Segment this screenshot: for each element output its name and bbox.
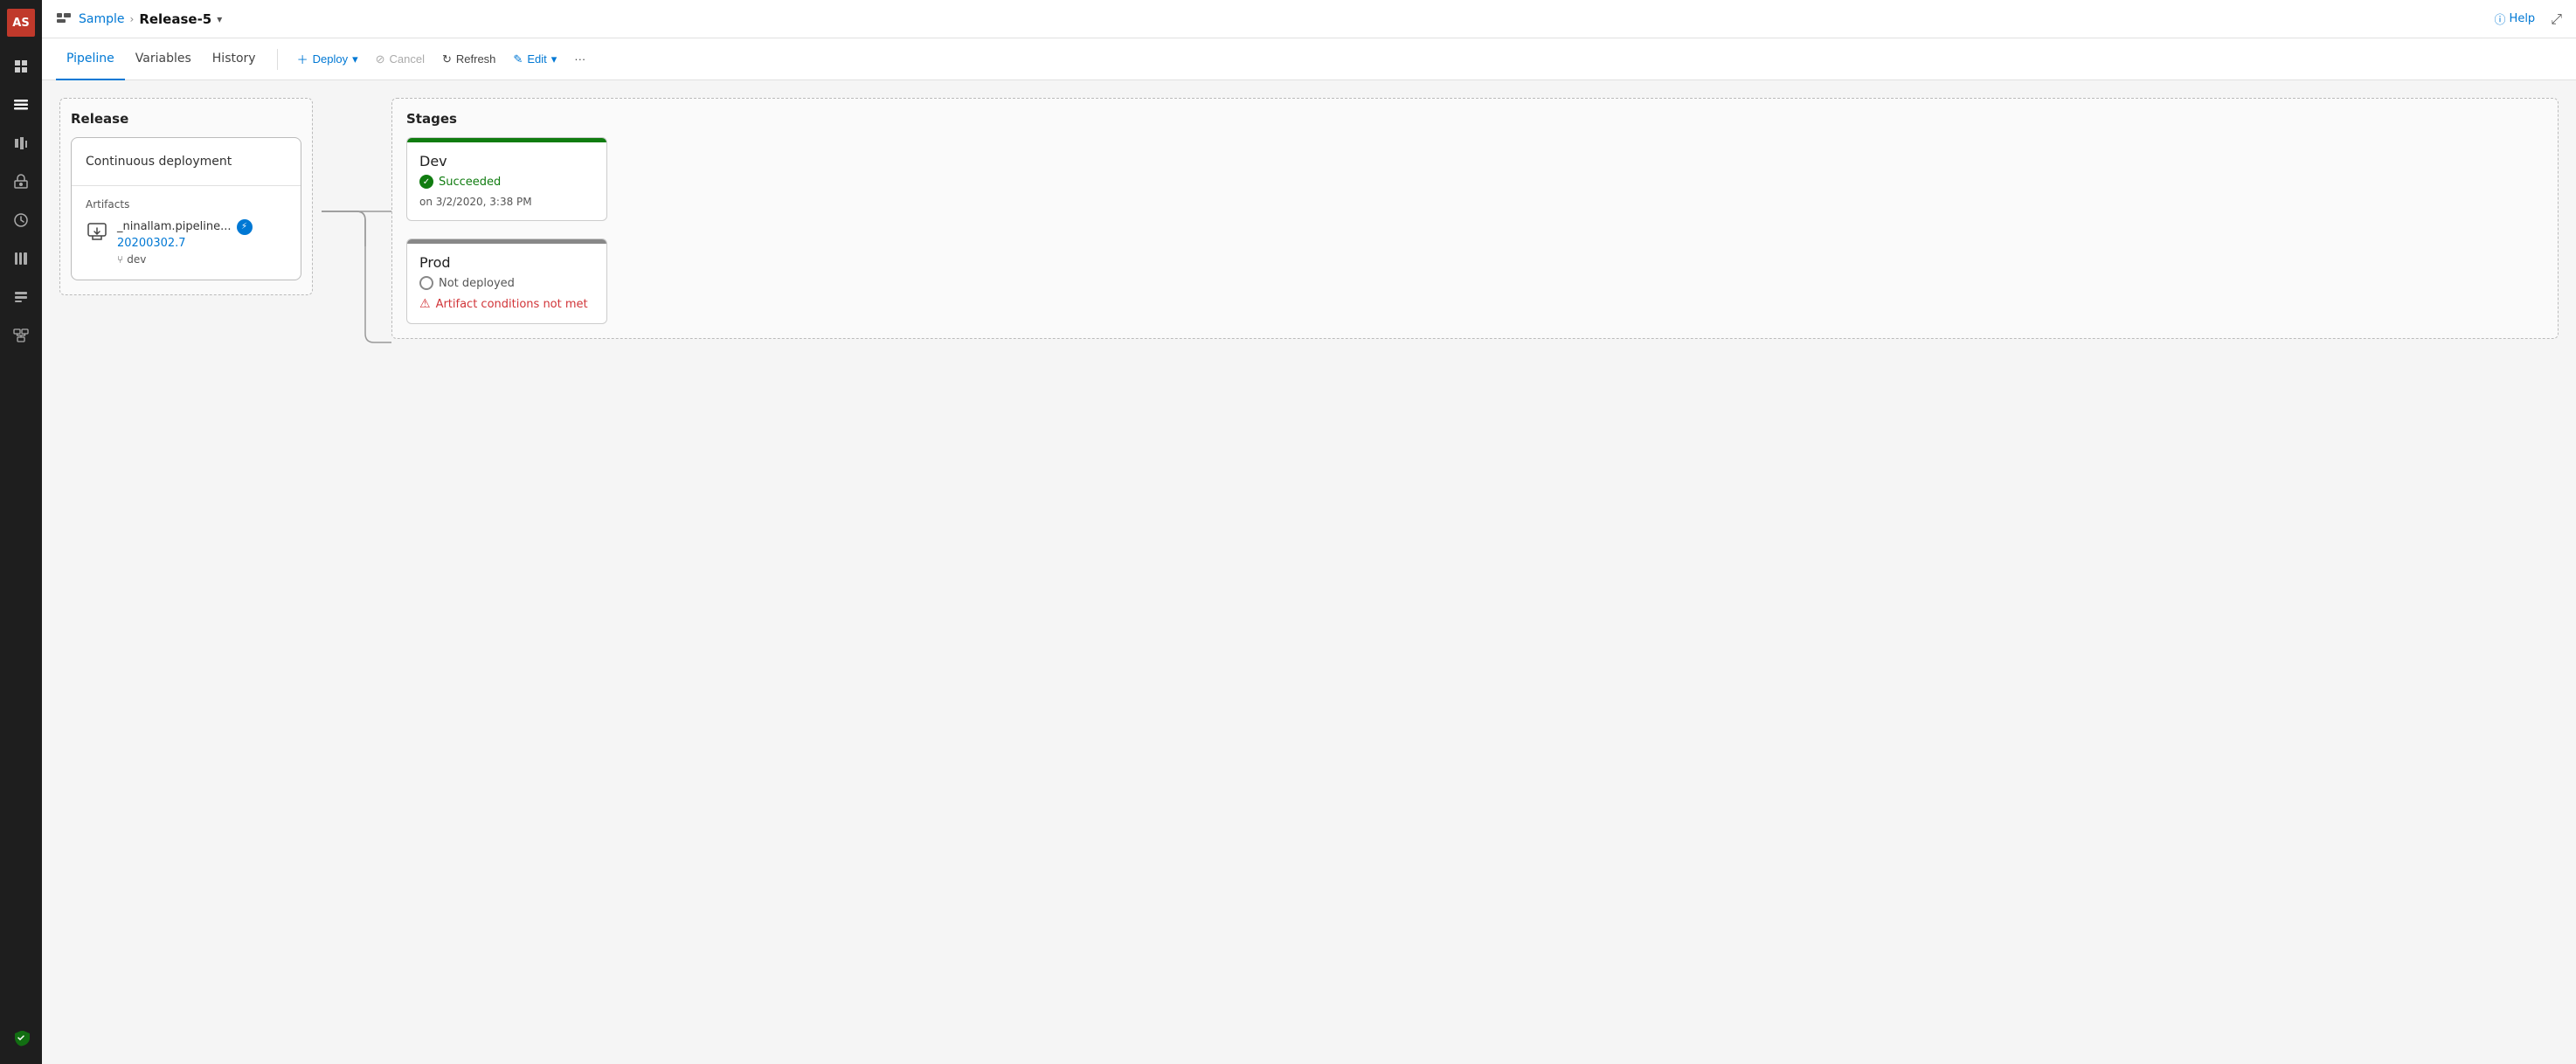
nav-icon-taskgroups[interactable] (0, 278, 42, 316)
artifact-version[interactable]: 20200302.7 (117, 237, 287, 250)
nav-icon-artifacts[interactable] (0, 162, 42, 201)
breadcrumb-project[interactable]: Sample (79, 12, 125, 26)
tab-pipeline[interactable]: Pipeline (56, 38, 125, 80)
branch-icon: ⑂ (117, 253, 123, 266)
release-card: Continuous deployment Artifacts (71, 137, 301, 280)
main-content: Sample › Release-5 ▾ ⓘ Help ⤢ Pipeline V… (42, 0, 2576, 1064)
prod-stage-body: Prod Not deployed ⚠ Artifact conditions … (407, 244, 606, 323)
help-link[interactable]: ⓘ Help (2495, 10, 2536, 27)
stages-section: Stages Dev ✓ Succeeded on 3/2/2020, 3:38… (391, 98, 2559, 339)
pipeline-layout: Release Continuous deployment Artifacts (59, 98, 2559, 421)
dev-stage-datetime: on 3/2/2020, 3:38 PM (419, 196, 594, 208)
prod-stage-status: Not deployed (419, 276, 594, 290)
expand-icon[interactable]: ⤢ (2551, 10, 2562, 28)
edit-label: Edit (527, 52, 546, 66)
prod-stage-name: Prod (419, 254, 594, 271)
toolbar-divider (277, 49, 278, 70)
nav-icon-home[interactable] (0, 47, 42, 86)
edit-button[interactable]: ✎ Edit ▾ (504, 48, 565, 71)
nav-icon-boards[interactable] (0, 86, 42, 124)
deploy-button[interactable]: ＋ Deploy ▾ (288, 46, 367, 72)
stage-card-dev[interactable]: Dev ✓ Succeeded on 3/2/2020, 3:38 PM (406, 137, 607, 221)
nav-icon-security[interactable] (0, 1019, 42, 1057)
top-bar: Sample › Release-5 ▾ ⓘ Help ⤢ (42, 0, 2576, 38)
prod-stage-warning: ⚠ Artifact conditions not met (419, 297, 594, 311)
stages-section-label: Stages (406, 111, 2544, 127)
nav-icon-pipelines[interactable] (0, 124, 42, 162)
connector-svg (313, 124, 391, 421)
artifact-download-icon (86, 221, 108, 249)
refresh-button[interactable]: ↻ Refresh (433, 48, 504, 71)
warning-triangle-icon: ⚠ (419, 297, 431, 311)
edit-chevron-icon: ▾ (551, 52, 557, 66)
tab-history[interactable]: History (202, 38, 267, 80)
connector-area (313, 124, 391, 421)
help-circle-icon: ⓘ (2495, 10, 2506, 27)
top-bar-right: ⓘ Help ⤢ (2495, 10, 2562, 28)
dev-status-text: Succeeded (439, 176, 501, 189)
dev-stage-status: ✓ Succeeded (419, 175, 594, 189)
deploy-chevron-icon: ▾ (352, 52, 358, 66)
dev-stage-row: Dev ✓ Succeeded on 3/2/2020, 3:38 PM (406, 137, 2544, 221)
artifact-branch-label: dev (127, 253, 146, 266)
edit-pencil-icon: ✎ (513, 52, 523, 66)
dev-stage-body: Dev ✓ Succeeded on 3/2/2020, 3:38 PM (407, 142, 606, 220)
nav-icon-deploygroups[interactable] (0, 316, 42, 355)
refresh-icon: ↻ (442, 52, 452, 66)
prod-stage-row: Prod Not deployed ⚠ Artifact conditions … (406, 238, 2544, 324)
user-avatar[interactable]: AS (7, 9, 35, 37)
tab-variables[interactable]: Variables (125, 38, 202, 80)
deploy-label: Deploy (313, 52, 348, 66)
breadcrumb: Sample › Release-5 ▾ (79, 11, 222, 27)
nav-icon-releases[interactable] (0, 201, 42, 239)
artifact-info: _ninallam.pipeline... ⚡ 20200302.7 ⑂ dev (117, 219, 287, 266)
more-button[interactable]: ··· (565, 48, 594, 70)
breadcrumb-release: Release-5 (139, 11, 211, 27)
cancel-button[interactable]: ⊘ Cancel (367, 48, 433, 71)
cancel-circle-icon: ⊘ (376, 52, 385, 66)
refresh-label: Refresh (456, 52, 496, 66)
breadcrumb-separator: › (130, 13, 135, 25)
nav-icon-library[interactable] (0, 239, 42, 278)
cancel-label: Cancel (390, 52, 425, 66)
stage-card-prod[interactable]: Prod Not deployed ⚠ Artifact conditions … (406, 238, 607, 324)
artifact-lightning-badge: ⚡ (237, 219, 253, 235)
pipeline-icon (56, 10, 72, 29)
release-section-label: Release (71, 111, 301, 127)
help-label: Help (2510, 12, 2536, 25)
left-nav: AS (0, 0, 42, 1064)
release-card-top: Continuous deployment (72, 138, 301, 186)
pipeline-area: Release Continuous deployment Artifacts (42, 80, 2576, 1064)
artifact-branch-row: ⑂ dev (117, 253, 287, 266)
release-card-title: Continuous deployment (86, 154, 287, 171)
deploy-plus-icon: ＋ (297, 51, 308, 67)
prod-warning-text: Artifact conditions not met (436, 298, 588, 311)
artifacts-label: Artifacts (86, 198, 287, 211)
dev-stage-name: Dev (419, 153, 594, 169)
artifact-name: _ninallam.pipeline... (117, 220, 232, 233)
artifact-name-row: _ninallam.pipeline... ⚡ (117, 219, 287, 235)
toolbar: Pipeline Variables History ＋ Deploy ▾ ⊘ … (42, 38, 2576, 80)
release-dropdown-chevron[interactable]: ▾ (217, 13, 222, 25)
prod-empty-icon (419, 276, 433, 290)
release-section: Release Continuous deployment Artifacts (59, 98, 313, 295)
prod-status-text: Not deployed (439, 277, 515, 290)
artifact-item: _ninallam.pipeline... ⚡ 20200302.7 ⑂ dev (86, 219, 287, 266)
release-card-bottom: Artifacts _ninal (72, 186, 301, 280)
dev-success-icon: ✓ (419, 175, 433, 189)
